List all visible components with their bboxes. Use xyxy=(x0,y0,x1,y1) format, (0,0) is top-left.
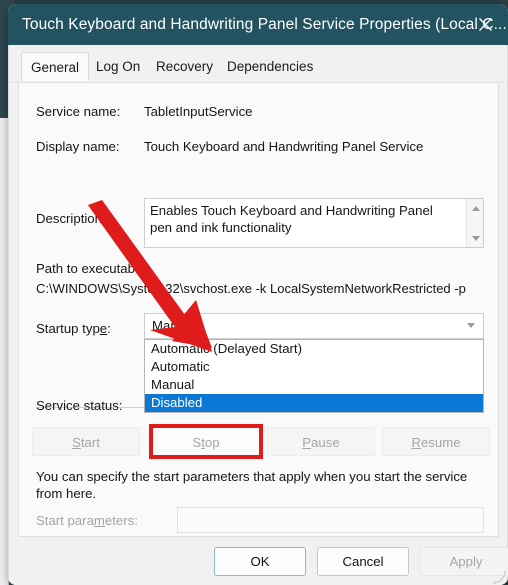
startup-type-combobox[interactable]: Manual xyxy=(144,313,484,339)
description-label: Description: xyxy=(36,211,106,226)
path-to-executable-value: C:\WINDOWS\System32\svchost.exe -k Local… xyxy=(36,281,466,296)
resume-button[interactable]: Resume xyxy=(382,427,490,456)
service-name-label: Service name: xyxy=(36,104,121,119)
cancel-button[interactable]: Cancel xyxy=(317,547,409,576)
description-scrollbar[interactable] xyxy=(466,199,483,247)
service-name-value: TabletInputService xyxy=(144,104,253,119)
startup-type-value: Manual xyxy=(152,318,196,333)
tab-dependencies[interactable]: Dependencies xyxy=(218,52,322,81)
general-tab-panel: Service name: TabletInputService Display… xyxy=(18,82,499,537)
tab-recovery[interactable]: Recovery xyxy=(147,52,222,81)
start-parameters-label: Start parameters: xyxy=(36,513,138,528)
chevron-down-icon xyxy=(467,323,475,328)
service-status-label: Service status: xyxy=(36,398,123,413)
resize-grip[interactable] xyxy=(491,569,507,585)
dropdown-option-disabled[interactable]: Disabled xyxy=(145,394,483,412)
description-value: Enables Touch Keyboard and Handwriting P… xyxy=(150,203,433,235)
start-button[interactable]: Start xyxy=(32,427,140,456)
window-title: Touch Keyboard and Handwriting Panel Ser… xyxy=(22,15,507,33)
dialog-client-area: General Log On Recovery Dependencies Ser… xyxy=(8,45,508,585)
dropdown-option-automatic[interactable]: Automatic xyxy=(145,358,483,376)
scroll-up-icon[interactable] xyxy=(467,200,484,216)
description-textbox[interactable]: Enables Touch Keyboard and Handwriting P… xyxy=(144,198,484,248)
startup-type-dropdown-list[interactable]: Automatic (Delayed Start) Automatic Manu… xyxy=(144,339,484,413)
close-icon[interactable] xyxy=(462,4,508,45)
start-parameters-help-text: You can specify the start parameters tha… xyxy=(36,469,468,501)
display-name-value: Touch Keyboard and Handwriting Panel Ser… xyxy=(144,139,424,154)
service-control-buttons: Start Stop Pause Resume xyxy=(32,424,490,459)
title-bar: Touch Keyboard and Handwriting Panel Ser… xyxy=(8,4,508,45)
scroll-down-icon[interactable] xyxy=(467,230,484,246)
startup-type-label: Startup type: xyxy=(36,321,111,336)
path-to-executable-label: Path to executable: xyxy=(36,261,149,276)
tab-general[interactable]: General xyxy=(21,52,90,81)
ok-button[interactable]: OK xyxy=(214,547,306,576)
display-name-label: Display name: xyxy=(36,139,120,154)
dropdown-option-manual[interactable]: Manual xyxy=(145,376,483,394)
pause-button[interactable]: Pause xyxy=(267,427,375,456)
start-parameters-input[interactable] xyxy=(177,507,484,533)
tab-strip: General Log On Recovery Dependencies xyxy=(9,52,507,83)
dialog-footer: OK Cancel Apply xyxy=(9,542,508,585)
dropdown-option-automatic-delayed[interactable]: Automatic (Delayed Start) xyxy=(145,340,483,358)
tab-log-on[interactable]: Log On xyxy=(87,52,149,81)
service-properties-dialog: Touch Keyboard and Handwriting Panel Ser… xyxy=(8,4,508,585)
stop-button[interactable]: Stop xyxy=(152,427,260,456)
